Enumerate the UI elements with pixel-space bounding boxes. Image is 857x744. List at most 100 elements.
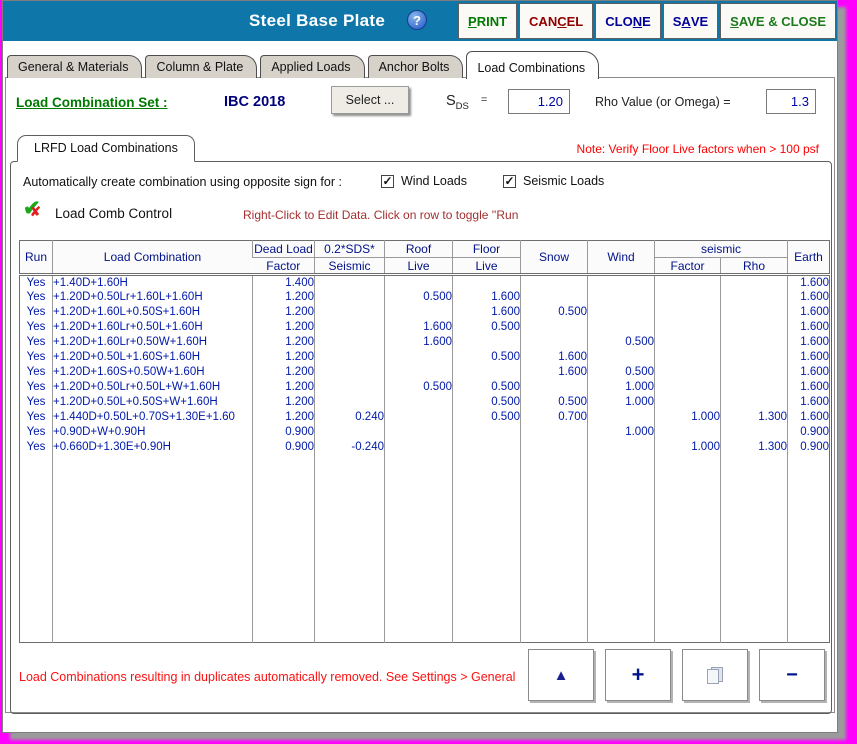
print-button[interactable]: P RINT (458, 3, 518, 39)
col-header-earth: Earth (787, 240, 830, 275)
table-row[interactable]: Yes +0.660D+1.30E+0.90H 0.900 -0.240 1.000 1.… (20, 439, 830, 455)
tab-lrfd-load-combinations[interactable]: LRFD Load Combinations (17, 135, 195, 162)
delete-row-button[interactable]: − (759, 649, 825, 701)
col-header-seismic-rho: Rho (719, 257, 788, 275)
sds-equals: = (480, 94, 488, 106)
cell-run: Yes (26, 276, 46, 289)
cell-floor-live: 0.500 (452, 319, 521, 335)
cancel-button[interactable]: CAN C EL (519, 3, 594, 39)
seismic-loads-checkbox[interactable]: ✓ Seismic Loads (503, 174, 604, 188)
rho-value-field[interactable] (766, 89, 816, 114)
table-row[interactable]: Yes +1.440D+0.50L+0.70S+1.30E+1.60 1.200 0.… (20, 409, 830, 425)
cell-load-combination: +0.90D+W+0.90H (52, 424, 253, 440)
cell-seismic-rho: 1.300 (719, 409, 788, 425)
cell-wind (587, 274, 655, 290)
cell-seismic-rho (719, 349, 788, 365)
cell-seismic-rho (719, 364, 788, 380)
seismic-loads-label: Seismic Loads (523, 174, 605, 188)
checkbox-check-icon[interactable]: ✓ (381, 174, 394, 188)
cell-seismic-factor (654, 379, 721, 395)
clone-button[interactable]: CLO N E (595, 3, 661, 39)
empty-cell (52, 454, 253, 643)
table-header: Run Load Combination Dead Load 0.2*SDS* … (19, 240, 830, 275)
col-header-seismic-group: seismic (653, 240, 788, 258)
select-button[interactable]: Select ... (331, 86, 409, 114)
right-click-note: Right-Click to Edit Data. Click on row t… (243, 208, 519, 222)
table-row[interactable]: Yes +1.20D+1.60Lr+0.50W+1.60H 1.200 1.600 0.… (20, 334, 830, 350)
tab-column-plate[interactable]: Column & Plate (145, 55, 258, 78)
save-close-button[interactable]: S AVE & CLOSE (720, 3, 836, 39)
save-button[interactable]: S A VE (662, 3, 719, 39)
cell-seismic-factor (654, 319, 721, 335)
cell-run: Yes (26, 351, 46, 363)
tab-anchor-bolts[interactable]: Anchor Bolts (367, 55, 464, 78)
cell-load-combination: +1.20D+0.50L+1.60S+1.60H (52, 349, 253, 365)
cell-wind (587, 289, 655, 305)
col-header-run: Run (19, 240, 53, 275)
col-header-dead-factor: Factor (252, 257, 315, 275)
cell-wind: 1.000 (587, 379, 655, 395)
tab-load-combinations[interactable]: Load Combinations (466, 51, 600, 79)
table-row[interactable]: Yes +0.90D+W+0.90H 0.900 1.000 0.900 (20, 424, 830, 440)
empty-cell (252, 454, 315, 643)
cell-roof-live (384, 409, 453, 425)
table-row[interactable]: Yes +1.20D+0.50Lr+0.50L+W+1.60H 1.200 0.500… (20, 379, 830, 395)
cell-roof-live: 0.500 (384, 289, 453, 305)
empty-cell (520, 454, 588, 643)
cell-dead-load-factor: 1.200 (252, 289, 315, 305)
cell-wind: 0.500 (587, 334, 655, 350)
tab-content-panel: Load Combination Set : IBC 2018 Select .… (5, 77, 835, 714)
cell-seismic-rho (719, 394, 788, 410)
table-row[interactable]: Yes +1.20D+1.60L+0.50S+1.60H 1.200 1.600 0.5… (20, 304, 830, 320)
cell-floor-live: 1.600 (452, 304, 521, 320)
app-window: Steel Base Plate ? P RINT CAN C EL CLO N E S A VE S… (2, 0, 838, 733)
table-row[interactable]: Yes +1.20D+1.60S+0.50W+1.60H 1.200 1.600 0.5… (20, 364, 830, 380)
wind-loads-checkbox[interactable]: ✓ Wind Loads (381, 174, 467, 188)
table-row[interactable]: Yes +1.20D+0.50L+0.50S+W+1.60H 1.200 0.500 0… (20, 394, 830, 410)
cell-seismic-factor (654, 394, 721, 410)
tab-applied-loads[interactable]: Applied Loads (260, 55, 365, 78)
table-row[interactable]: Yes +1.40D+1.60H 1.400 1.600 (20, 274, 830, 290)
empty-cell (452, 454, 521, 643)
cell-run: Yes (26, 411, 46, 423)
help-icon[interactable]: ? (407, 10, 427, 30)
cell-floor-live: 1.600 (452, 289, 521, 305)
col-header-load-combination: Load Combination (52, 240, 253, 275)
cell-wind (587, 439, 655, 455)
col-header-floor-live: Live (452, 257, 521, 275)
cell-snow: 1.600 (520, 364, 588, 380)
cell-roof-live (384, 394, 453, 410)
triangle-button[interactable]: ▲ (528, 649, 594, 701)
empty-cell (719, 454, 788, 643)
cell-seismic-rho (719, 334, 788, 350)
red-x-icon: ✘ (30, 204, 41, 219)
minus-icon: − (786, 663, 798, 686)
table-row[interactable]: Yes +1.20D+0.50Lr+1.60L+1.60H 1.200 0.500 1.… (20, 289, 830, 305)
cell-snow: 0.500 (520, 394, 588, 410)
sds-value-field[interactable] (508, 89, 570, 114)
cell-floor-live: 0.500 (452, 409, 521, 425)
check-x-icon: ✔ ✘ (23, 197, 49, 224)
table-empty-area (20, 454, 830, 643)
cell-floor-live (452, 274, 521, 290)
cell-snow (520, 439, 588, 455)
table-row[interactable]: Yes +1.20D+1.60Lr+0.50L+1.60H 1.200 1.600 0.… (20, 319, 830, 335)
tab-general-materials[interactable]: General & Materials (7, 55, 143, 78)
cell-seismic-rho (719, 379, 788, 395)
cell-sds-seismic (314, 334, 385, 350)
copy-row-button[interactable] (682, 649, 748, 701)
checkbox-check-icon[interactable]: ✓ (503, 174, 516, 188)
table-row[interactable]: Yes +1.20D+0.50L+1.60S+1.60H 1.200 0.500 1.6… (20, 349, 830, 365)
cell-seismic-factor: 1.000 (654, 439, 721, 455)
cell-seismic-factor (654, 349, 721, 365)
cell-dead-load-factor: 1.400 (252, 274, 315, 290)
cell-wind (587, 409, 655, 425)
cell-seismic-rho (719, 274, 788, 290)
cell-load-combination: +0.660D+1.30E+0.90H (52, 439, 253, 455)
cell-run: Yes (26, 426, 46, 438)
col-header-sds: 0.2*SDS* (314, 240, 385, 258)
cell-roof-live (384, 274, 453, 290)
add-row-button[interactable]: + (605, 649, 671, 701)
title-bar: Steel Base Plate ? P RINT CAN C EL CLO N E S A VE S… (3, 1, 837, 41)
window-title: Steel Base Plate (249, 11, 386, 30)
